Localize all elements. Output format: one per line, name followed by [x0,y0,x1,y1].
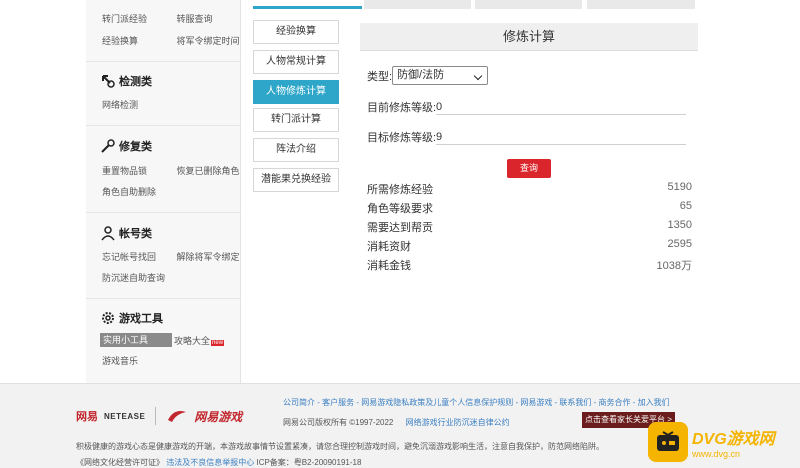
current-level-row: 目前修炼等级: [367,99,436,115]
sidebar-row: 角色自助删除 [102,185,156,198]
result-label: 所需修炼经验 [367,184,433,196]
sidebar-row: 经验换算 将军令绑定时间 [102,34,240,47]
top-tab-3[interactable] [475,0,582,9]
divider [86,212,241,213]
section-title: 修复类 [119,141,152,153]
top-tab-active-indicator[interactable] [253,6,362,9]
tab-cultivation-calc[interactable]: 人物修炼计算 [253,80,339,104]
result-value: 2595 [667,238,692,250]
footer-copyright: 网易公司版权所有 ©1997-2022 网络游戏行业防沉迷自律公约 [283,417,510,428]
sidebar-row: 攻略大全 new [174,334,225,347]
tab-exp-convert[interactable]: 经验换算 [253,20,339,44]
sidebar-link[interactable]: 防沉迷自助查询 [102,271,165,284]
report-center-link[interactable]: 违法及不良信息举报中心 [166,458,254,467]
cultivation-panel: 修炼计算 类型: 防御/法防 目前修炼等级: 0 目标修炼等级: 9 查询 所需… [360,23,698,272]
dvg-watermark: DVG游戏网 www.dvg.cn [648,418,798,466]
sidebar-link[interactable]: 解除将军令绑定 [177,250,240,263]
type-row: 类型: 防御/法防 [367,66,489,85]
logo-divider [155,407,157,425]
result-label: 需要达到帮贡 [367,222,433,234]
result-row: 需要达到帮贡 1350 [367,219,692,235]
sidebar-row: 忘记帐号找回 解除将军令绑定 [102,250,240,263]
sidebar-link[interactable]: 重置物品锁 [102,164,174,177]
icp-text: ICP备案：粤B2-20090191-18 [256,458,362,467]
license-line: 《网络文化经营许可证》 违法及不良信息举报中心 ICP备案：粤B2-200901… [76,457,361,468]
section-title: 帐号类 [119,228,152,240]
result-label: 角色等级要求 [367,203,433,215]
target-level-label: 目标修炼等级: [367,132,437,144]
query-button[interactable]: 查询 [507,159,551,178]
sidebar-link[interactable]: 游戏音乐 [102,354,138,367]
sidebar-row: 游戏音乐 [102,354,138,367]
type-label: 类型: [367,70,393,83]
divider [86,298,241,299]
tab-formation-intro[interactable]: 阵法介绍 [253,138,339,162]
divider [86,125,241,126]
license-text: 《网络文化经营许可证》 [76,458,164,467]
sidebar-link[interactable]: 转服查询 [177,12,213,25]
result-value: 1350 [667,219,692,231]
top-tab-2[interactable] [364,0,471,9]
self-discipline-link[interactable]: 网络游戏行业防沉迷自律公约 [406,418,510,427]
section-heading-repair: 修复类 [100,138,152,154]
section-title: 检测类 [119,76,152,88]
sidebar-link[interactable]: 经验换算 [102,34,174,47]
result-row: 所需修炼经验 5190 [367,181,692,197]
result-value: 5190 [667,181,692,193]
type-select-value: 防御/法防 [397,69,445,81]
section-title: 游戏工具 [119,313,163,325]
tab-school-transfer-calc[interactable]: 转门派计算 [253,108,339,132]
panel-title: 修炼计算 [360,23,698,51]
sidebar-row: 防沉迷自助查询 [102,271,165,284]
sidebar-link-active[interactable]: 实用小工具 [100,333,172,347]
health-notice: 积极健康的游戏心态是健康游戏的开端，本游戏故事情节设置紧凑，请您合理控制游戏时间… [76,442,604,451]
logo-netease-en: NETEASE [104,411,146,421]
sidebar-row: 重置物品锁 恢复已删除角色 [102,164,240,177]
target-level-input[interactable]: 9 [436,129,686,145]
current-level-label: 目前修炼等级: [367,102,437,114]
page: 转门派经验 转服查询 经验换算 将军令绑定时间 检测类 网络检测 修复类 重置物… [0,0,800,468]
section-heading-account: 帐号类 [100,225,152,241]
top-tab-4[interactable] [587,0,695,9]
result-label: 消耗金钱 [367,260,411,272]
magnifier-icon [102,75,115,88]
sidebar-link[interactable]: 角色自助删除 [102,185,156,198]
sidebar-link[interactable]: 恢复已删除角色 [177,164,240,177]
result-row: 角色等级要求 65 [367,200,692,216]
tab-potential-fruit[interactable]: 潜能果兑换经验 [253,168,339,192]
result-value: 65 [679,200,692,212]
copyright-text: 网易公司版权所有 ©1997-2022 [283,418,394,427]
tab-character-calc[interactable]: 人物常规计算 [253,50,339,74]
sidebar-row: 网络检测 [102,98,138,111]
current-level-input[interactable]: 0 [436,99,686,115]
sidebar-link[interactable]: 网络检测 [102,98,138,111]
sidebar-link[interactable]: 转门派经验 [102,12,174,25]
sidebar-row: 转门派经验 转服查询 [102,12,213,25]
footer-links[interactable]: 公司简介 - 客户服务 - 网易游戏隐私政策及儿童个人信息保护规则 - 网易游戏… [283,397,670,408]
section-heading-detect: 检测类 [100,73,152,89]
watermark-text: DVG游戏网 [692,431,775,448]
result-row: 消耗资财 2595 [367,238,692,254]
new-badge: new [211,340,225,346]
netease-game-logo-icon [168,411,187,422]
section-heading-tools: 游戏工具 [100,310,163,326]
logo-netease-game: 网易游戏 [194,409,243,424]
result-label: 消耗资财 [367,241,411,253]
gear-icon [102,312,114,324]
netease-logo: 网易 NETEASE 网易游戏 [76,407,242,425]
watermark-url: www.dvg.cn [692,449,741,459]
result-value: 1038万 [656,260,692,272]
divider [86,61,241,62]
sidebar-link[interactable]: 攻略大全 [174,334,210,347]
sidebar-link[interactable]: 忘记帐号找回 [102,250,174,263]
target-level-row: 目标修炼等级: [367,129,436,145]
result-row: 消耗金钱 1038万 [367,257,692,273]
wrench-icon [101,139,115,153]
sidebar-link[interactable]: 将军令绑定时间 [177,34,240,47]
type-select[interactable]: 防御/法防 [392,66,489,85]
person-icon [101,226,115,241]
tv-icon [648,422,688,462]
sidebar: 转门派经验 转服查询 经验换算 将军令绑定时间 检测类 网络检测 修复类 重置物… [86,0,241,383]
logo-netease-cn: 网易 [76,411,98,423]
